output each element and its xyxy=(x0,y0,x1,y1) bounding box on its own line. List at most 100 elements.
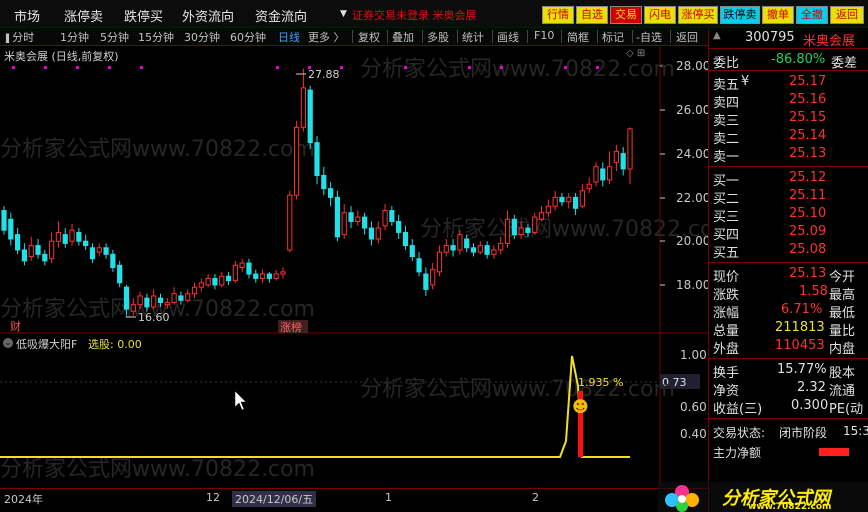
menu-limit-down-buy[interactable]: 跌停买 xyxy=(124,6,163,25)
ask5-price[interactable]: 25.17 xyxy=(789,74,826,89)
signal-dot xyxy=(12,66,15,69)
tool-back-button[interactable]: 返回 xyxy=(676,29,698,45)
candle-body xyxy=(300,87,307,128)
period-tab-timeshare[interactable]: ▌分时 xyxy=(6,29,34,45)
ask3-price[interactable]: 25.15 xyxy=(789,110,826,125)
login-alert: 证券交易未登录 米奥会展 xyxy=(352,9,477,22)
candle-body xyxy=(103,247,109,255)
tool-multistock-button[interactable]: 多股 xyxy=(427,29,449,45)
candle-body xyxy=(321,175,327,190)
toolbar-divider xyxy=(492,30,493,43)
candle-body xyxy=(464,238,470,249)
tool-overlay-button[interactable]: 叠加 xyxy=(392,29,414,45)
candle-body xyxy=(457,234,463,251)
candle-body xyxy=(266,273,272,279)
candle-body xyxy=(96,247,102,253)
candle-body xyxy=(593,166,599,183)
indicator-title[interactable]: 低吸爆大阳F xyxy=(16,336,77,352)
candle-body xyxy=(205,277,211,286)
candle-body xyxy=(389,210,395,222)
chart-options-icon[interactable]: ◇ ⊞ xyxy=(626,48,645,59)
watchlist-button[interactable]: 自选 xyxy=(576,6,608,24)
cancel-all-button[interactable]: 全撤 xyxy=(796,6,828,24)
limit-down-sell-button[interactable]: 跌停卖 xyxy=(720,6,760,24)
weibi-label: 委比 xyxy=(713,56,740,71)
candle-body xyxy=(76,231,82,242)
toolbar-divider xyxy=(527,30,528,43)
bid5-price[interactable]: 25.08 xyxy=(789,242,826,257)
quote-button[interactable]: 行情 xyxy=(542,6,574,24)
candle-body xyxy=(613,150,620,163)
toolbar-divider xyxy=(670,30,671,43)
period-tab-5min[interactable]: 5分钟 xyxy=(100,29,129,45)
indicator-value: 选股: 0.00 xyxy=(88,338,142,351)
period-tab-daily[interactable]: 日线 xyxy=(278,29,300,45)
tool-drawline-button[interactable]: 画线 xyxy=(497,29,519,45)
svg-text:分析家公式网www.70822.com: 分析家公式网www.70822.com xyxy=(0,137,315,162)
panel-menu-icon[interactable]: ▲ xyxy=(713,30,721,41)
ask2-price[interactable]: 25.14 xyxy=(789,128,826,143)
dropdown-arrow-icon[interactable]: ▼ xyxy=(340,9,347,19)
change-label: 涨跌 xyxy=(713,288,740,303)
candle-body xyxy=(477,245,483,253)
weibi-value: -86.80% xyxy=(771,52,826,67)
period-tab-60min[interactable]: 60分钟 xyxy=(230,29,266,45)
volume-label: 总量 xyxy=(713,324,740,339)
menu-capital-flow[interactable]: 资金流向 xyxy=(255,6,307,25)
bid5-label: 买五 xyxy=(713,246,740,261)
tool-simple-frame-button[interactable]: 简框 xyxy=(567,29,589,45)
bid3-price[interactable]: 25.10 xyxy=(789,206,826,221)
timeline-year: 2024年 xyxy=(4,493,43,506)
back-button[interactable]: 返回 xyxy=(830,6,864,24)
candle-body xyxy=(511,218,517,236)
ask1-price[interactable]: 25.13 xyxy=(789,146,826,161)
tool-f10-button[interactable]: F10 xyxy=(534,29,554,42)
price-tick: 26.00 xyxy=(676,103,708,117)
menu-foreign-flow[interactable]: 外资流向 xyxy=(182,6,234,25)
mouse-cursor-icon xyxy=(234,390,247,411)
flash-order-button[interactable]: 闪电 xyxy=(644,6,676,24)
trade-status-value: 闭市阶段 xyxy=(779,426,828,440)
date-axis[interactable]: 2024年 12 2024/12/06/五 1 2 xyxy=(0,488,708,512)
change-pct-value: 6.71% xyxy=(781,302,823,317)
period-tab-15min[interactable]: 15分钟 xyxy=(138,29,174,45)
kline-chart[interactable]: 28.00 26.00 24.00 22.00 20.00 18.00 1.00… xyxy=(0,46,708,486)
candle-body xyxy=(178,295,184,301)
candle-body xyxy=(396,220,402,233)
indicator-collapse-icon[interactable]: ⌄ xyxy=(3,338,13,348)
candle-body xyxy=(450,245,456,251)
net-assets-label: 净资 xyxy=(713,384,740,399)
timeline-cursor-date: 2024/12/06/五 xyxy=(232,491,317,507)
bid2-price[interactable]: 25.11 xyxy=(789,188,826,203)
candle-body xyxy=(273,273,279,279)
top-menu-bar: 市场 涨停卖 跌停买 外资流向 资金流向 ▼ 证券交易未登录 米奥会展 行情 自… xyxy=(0,0,868,28)
svg-text:分析家公式网www.70822.com: 分析家公式网www.70822.com xyxy=(420,217,708,242)
bid4-price[interactable]: 25.09 xyxy=(789,224,826,239)
cancel-order-button[interactable]: 撤单 xyxy=(762,6,794,24)
tool-adjust-button[interactable]: 复权 xyxy=(358,29,380,45)
tool-remove-watchlist-button[interactable]: -自选 xyxy=(636,29,662,45)
indicator-tick: 1.00 xyxy=(680,348,707,362)
turnover-value: 15.77% xyxy=(777,362,827,377)
period-tab-more[interactable]: 更多 〉 xyxy=(308,29,345,45)
menu-market[interactable]: 市场 xyxy=(14,6,40,25)
candle-body xyxy=(151,295,157,308)
candle-body xyxy=(314,142,320,176)
candle-body xyxy=(130,304,136,312)
svg-text:分析家公式网www.70822.com: 分析家公式网www.70822.com xyxy=(360,377,675,402)
limit-up-buy-button[interactable]: 涨停买 xyxy=(678,6,718,24)
period-tab-1min[interactable]: 1分钟 xyxy=(60,29,89,45)
tool-mark-button[interactable]: 标记 xyxy=(602,29,624,45)
signal-dot xyxy=(108,66,111,69)
financial-badge: 财 xyxy=(10,319,21,333)
period-tab-30min[interactable]: 30分钟 xyxy=(184,29,220,45)
bid1-price[interactable]: 25.12 xyxy=(789,170,826,185)
ask4-price[interactable]: 25.16 xyxy=(789,92,826,107)
logo-url: www.70822.com xyxy=(748,502,832,512)
menu-limit-up-sell[interactable]: 涨停卖 xyxy=(64,6,103,25)
trade-button[interactable]: 交易 xyxy=(610,6,642,24)
candle-body xyxy=(341,212,347,236)
tool-stats-button[interactable]: 统计 xyxy=(462,29,484,45)
candle-body xyxy=(259,273,266,279)
candle-body xyxy=(348,212,354,222)
